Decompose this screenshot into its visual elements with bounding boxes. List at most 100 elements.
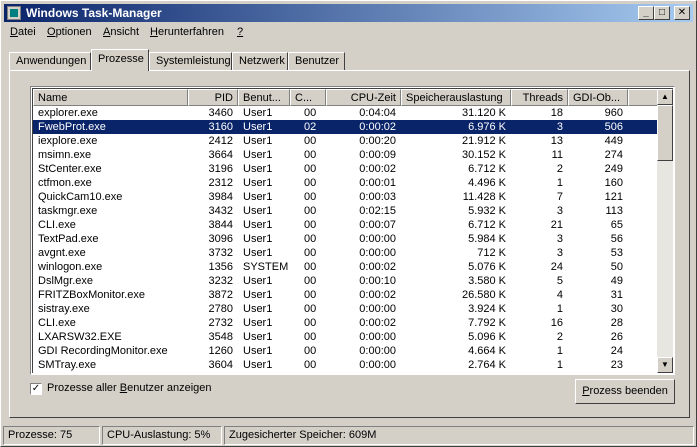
tab-prozesse[interactable]: Prozesse — [91, 49, 149, 71]
column-header-user[interactable]: Benut... — [238, 89, 290, 106]
scroll-thumb[interactable] — [657, 105, 673, 161]
column-header-pid[interactable]: PID — [188, 89, 238, 106]
cell-threads: 11 — [551, 149, 563, 161]
process-list[interactable]: Name PID Benut... C... CPU-Zeit Speicher… — [30, 86, 675, 375]
process-row[interactable]: iexplore.exe 2412 User1 00 0:00:20 21.912 K 13… — [33, 134, 658, 148]
process-row[interactable]: StCenter.exe 3196 User1 00 0:00:02 6.712 K 2 24… — [33, 162, 658, 176]
column-header-cpu-time[interactable]: CPU-Zeit — [326, 89, 401, 106]
task-manager-app-icon[interactable] — [7, 6, 21, 20]
menu-optionen[interactable]: Optionen — [47, 26, 92, 38]
menu-ansicht[interactable]: Ansicht — [103, 26, 139, 38]
cell-user: User1 — [243, 219, 273, 231]
cell-cpu-time: 0:00:02 — [359, 121, 396, 133]
cell-cpu-time: 0:00:02 — [359, 163, 396, 175]
tab-strip: Anwendungen Prozesse Systemleistung Netz… — [9, 49, 689, 71]
cell-cpu: 00 — [304, 303, 317, 315]
cell-user: User1 — [243, 275, 273, 287]
tab-benutzer[interactable]: Benutzer — [288, 52, 345, 71]
cell-gdi-objects: 23 — [610, 359, 623, 371]
title-bar[interactable]: Windows Task-Manager _ □ ✕ — [4, 4, 693, 22]
menu-datei[interactable]: Datei — [10, 26, 36, 38]
end-process-button[interactable]: Prozess beenden — [575, 379, 675, 404]
cell-name: avgnt.exe — [38, 247, 86, 259]
cell-memory: 5.096 K — [468, 331, 506, 343]
process-row[interactable]: taskmgr.exe 3432 User1 00 0:02:15 5.932 K 3 113 — [33, 204, 658, 218]
cell-cpu: 00 — [304, 135, 317, 147]
cell-pid: 1260 — [208, 345, 233, 357]
cell-name: CLI.exe — [38, 219, 76, 231]
cell-gdi-objects: 56 — [610, 233, 623, 245]
process-row[interactable]: winlogon.exe 1356 SYSTEM 00 0:00:02 5.076 K 24… — [33, 260, 658, 274]
column-header-memory[interactable]: Speicherauslastung — [401, 89, 511, 106]
scroll-up-button[interactable]: ▲ — [657, 89, 673, 105]
process-row[interactable]: explorer.exe 3460 User1 00 0:04:04 31.120 K 18… — [33, 106, 658, 120]
cell-cpu-time: 0:00:07 — [359, 219, 396, 231]
cell-cpu-time: 0:00:00 — [359, 359, 396, 371]
cell-pid: 3844 — [208, 219, 233, 231]
cell-pid: 3232 — [208, 275, 233, 287]
cell-memory: 5.076 K — [468, 261, 506, 273]
cell-pid: 3984 — [208, 191, 233, 203]
cell-cpu: 02 — [304, 121, 317, 133]
menu-herunterfahren[interactable]: Herunterfahren — [150, 26, 224, 38]
tab-anwendungen[interactable]: Anwendungen — [9, 52, 91, 71]
column-header-name[interactable]: Name — [33, 89, 188, 106]
cell-gdi-objects: 121 — [604, 191, 623, 203]
cell-name: TextPad.exe — [38, 233, 99, 245]
cell-name: winlogon.exe — [38, 261, 103, 273]
process-row[interactable]: GDI RecordingMonitor.exe 1260 User1 00 0:00:… — [33, 344, 658, 358]
process-row[interactable]: ctfmon.exe 2312 User1 00 0:00:01 4.496 K 1 160 — [33, 176, 658, 190]
close-button[interactable]: ✕ — [674, 6, 690, 20]
cell-gdi-objects: 50 — [610, 261, 623, 273]
maximize-button[interactable]: □ — [654, 6, 670, 20]
process-row[interactable]: CLI.exe 3844 User1 00 0:00:07 6.712 K 21 65 — [33, 218, 658, 232]
vertical-scrollbar[interactable]: ▲ ▼ — [657, 89, 673, 373]
minimize-button[interactable]: _ — [638, 6, 654, 20]
cell-cpu: 00 — [304, 331, 317, 343]
process-row[interactable]: LXARSW32.EXE 3548 User1 00 0:00:00 5.096 K 2 26 — [33, 330, 658, 344]
show-all-users-checkbox[interactable]: ✓ — [30, 383, 42, 395]
process-row[interactable]: avgnt.exe 3732 User1 00 0:00:00 712 K 3 53 — [33, 246, 658, 260]
column-header-cpu[interactable]: C... — [290, 89, 326, 106]
cell-gdi-objects: 31 — [610, 289, 623, 301]
cell-user: User1 — [243, 135, 273, 147]
scroll-down-button[interactable]: ▼ — [657, 357, 673, 373]
cell-threads: 16 — [550, 317, 563, 329]
process-row[interactable]: CLI.exe 2732 User1 00 0:00:02 7.792 K 16 28 — [33, 316, 658, 330]
cell-cpu: 00 — [304, 205, 317, 217]
cell-memory: 3.580 K — [468, 275, 506, 287]
cell-cpu: 00 — [304, 275, 317, 287]
cell-user: User1 — [243, 289, 273, 301]
cell-name: FRITZBoxMonitor.exe — [38, 289, 145, 301]
cell-cpu: 00 — [304, 107, 317, 119]
process-row[interactable]: FwebProt.exe 3160 User1 02 0:00:02 6.976 K 3 50… — [33, 120, 658, 134]
cell-threads: 7 — [556, 191, 563, 203]
tab-systemleistung[interactable]: Systemleistung — [149, 52, 232, 71]
cell-cpu: 00 — [304, 233, 317, 245]
cell-pid: 3548 — [208, 331, 233, 343]
menu-help[interactable]: ? — [237, 26, 243, 38]
cell-gdi-objects: 26 — [610, 331, 623, 343]
cell-threads: 3 — [556, 247, 563, 259]
process-row[interactable]: FRITZBoxMonitor.exe 3872 User1 00 0:00:02 26.… — [33, 288, 658, 302]
cell-memory: 712 K — [477, 247, 506, 259]
show-all-users-label: Prozesse aller Benutzer anzeigen — [47, 382, 212, 394]
process-row[interactable]: sistray.exe 2780 User1 00 0:00:00 3.924 K 1 30 — [33, 302, 658, 316]
tab-netzwerk[interactable]: Netzwerk — [232, 52, 288, 71]
cell-pid: 3664 — [208, 149, 233, 161]
cell-pid: 2412 — [208, 135, 233, 147]
cell-cpu-time: 0:00:09 — [359, 149, 396, 161]
process-row[interactable]: TextPad.exe 3096 User1 00 0:00:00 5.984 K 3 56 — [33, 232, 658, 246]
process-row[interactable]: SMTray.exe 3604 User1 00 0:00:00 2.764 K 1 23 — [33, 358, 658, 372]
cell-memory: 26.580 K — [461, 289, 506, 301]
process-row[interactable]: msimn.exe 3664 User1 00 0:00:09 30.152 K 11 274 — [33, 148, 658, 162]
column-header-gdi[interactable]: GDI-Ob... — [568, 89, 628, 106]
cell-cpu: 00 — [304, 219, 317, 231]
cell-threads: 21 — [550, 219, 563, 231]
column-header-threads[interactable]: Threads — [511, 89, 568, 106]
process-row[interactable]: QuickCam10.exe 3984 User1 00 0:00:03 11.428 K… — [33, 190, 658, 204]
cell-pid: 3460 — [208, 107, 233, 119]
cell-cpu: 00 — [304, 177, 317, 189]
process-row[interactable]: DslMgr.exe 3232 User1 00 0:00:10 3.580 K 5 49 — [33, 274, 658, 288]
cell-user: User1 — [243, 121, 273, 133]
